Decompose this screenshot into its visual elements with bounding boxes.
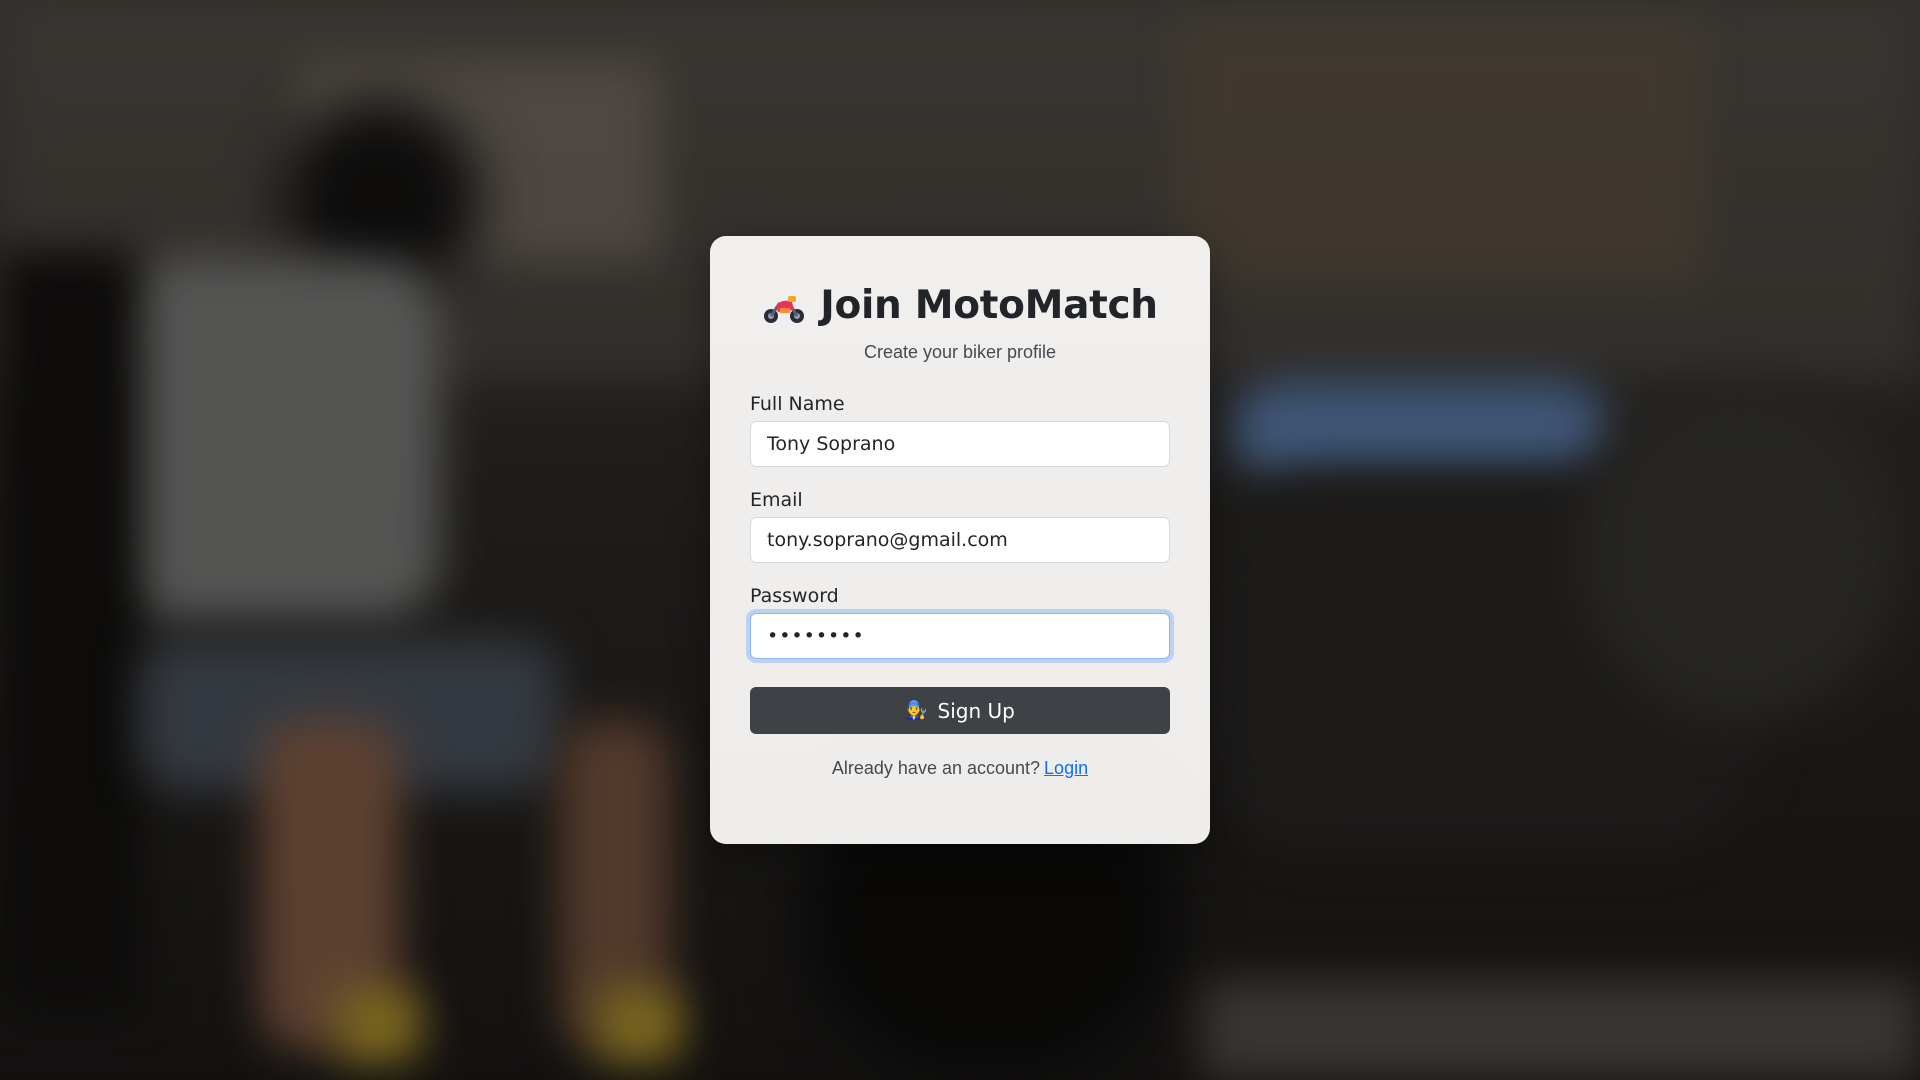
full-name-input[interactable] <box>750 421 1170 467</box>
password-group: Password <box>750 583 1170 659</box>
login-prompt: Already have an account? Login <box>750 758 1170 779</box>
sign-up-button[interactable]: 🧑‍🔧 Sign Up <box>750 687 1170 734</box>
signup-card: Join MotoMatch Create your biker profile… <box>710 236 1210 844</box>
sign-up-label: Sign Up <box>937 698 1015 723</box>
motorcycle-icon <box>762 290 806 326</box>
email-group: Email <box>750 487 1170 563</box>
password-label: Password <box>750 585 839 607</box>
full-name-group: Full Name <box>750 391 1170 467</box>
password-input[interactable] <box>750 613 1170 659</box>
page-title: Join MotoMatch <box>820 282 1158 328</box>
email-input[interactable] <box>750 517 1170 563</box>
full-name-label: Full Name <box>750 393 845 415</box>
title-row: Join MotoMatch <box>750 278 1170 332</box>
page-subtitle: Create your biker profile <box>863 342 1057 362</box>
login-prompt-text: Already have an account? <box>831 758 1041 778</box>
mechanic-icon: 🧑‍🔧 <box>905 700 928 721</box>
login-link[interactable]: Login <box>1044 758 1088 778</box>
email-label: Email <box>750 489 803 511</box>
